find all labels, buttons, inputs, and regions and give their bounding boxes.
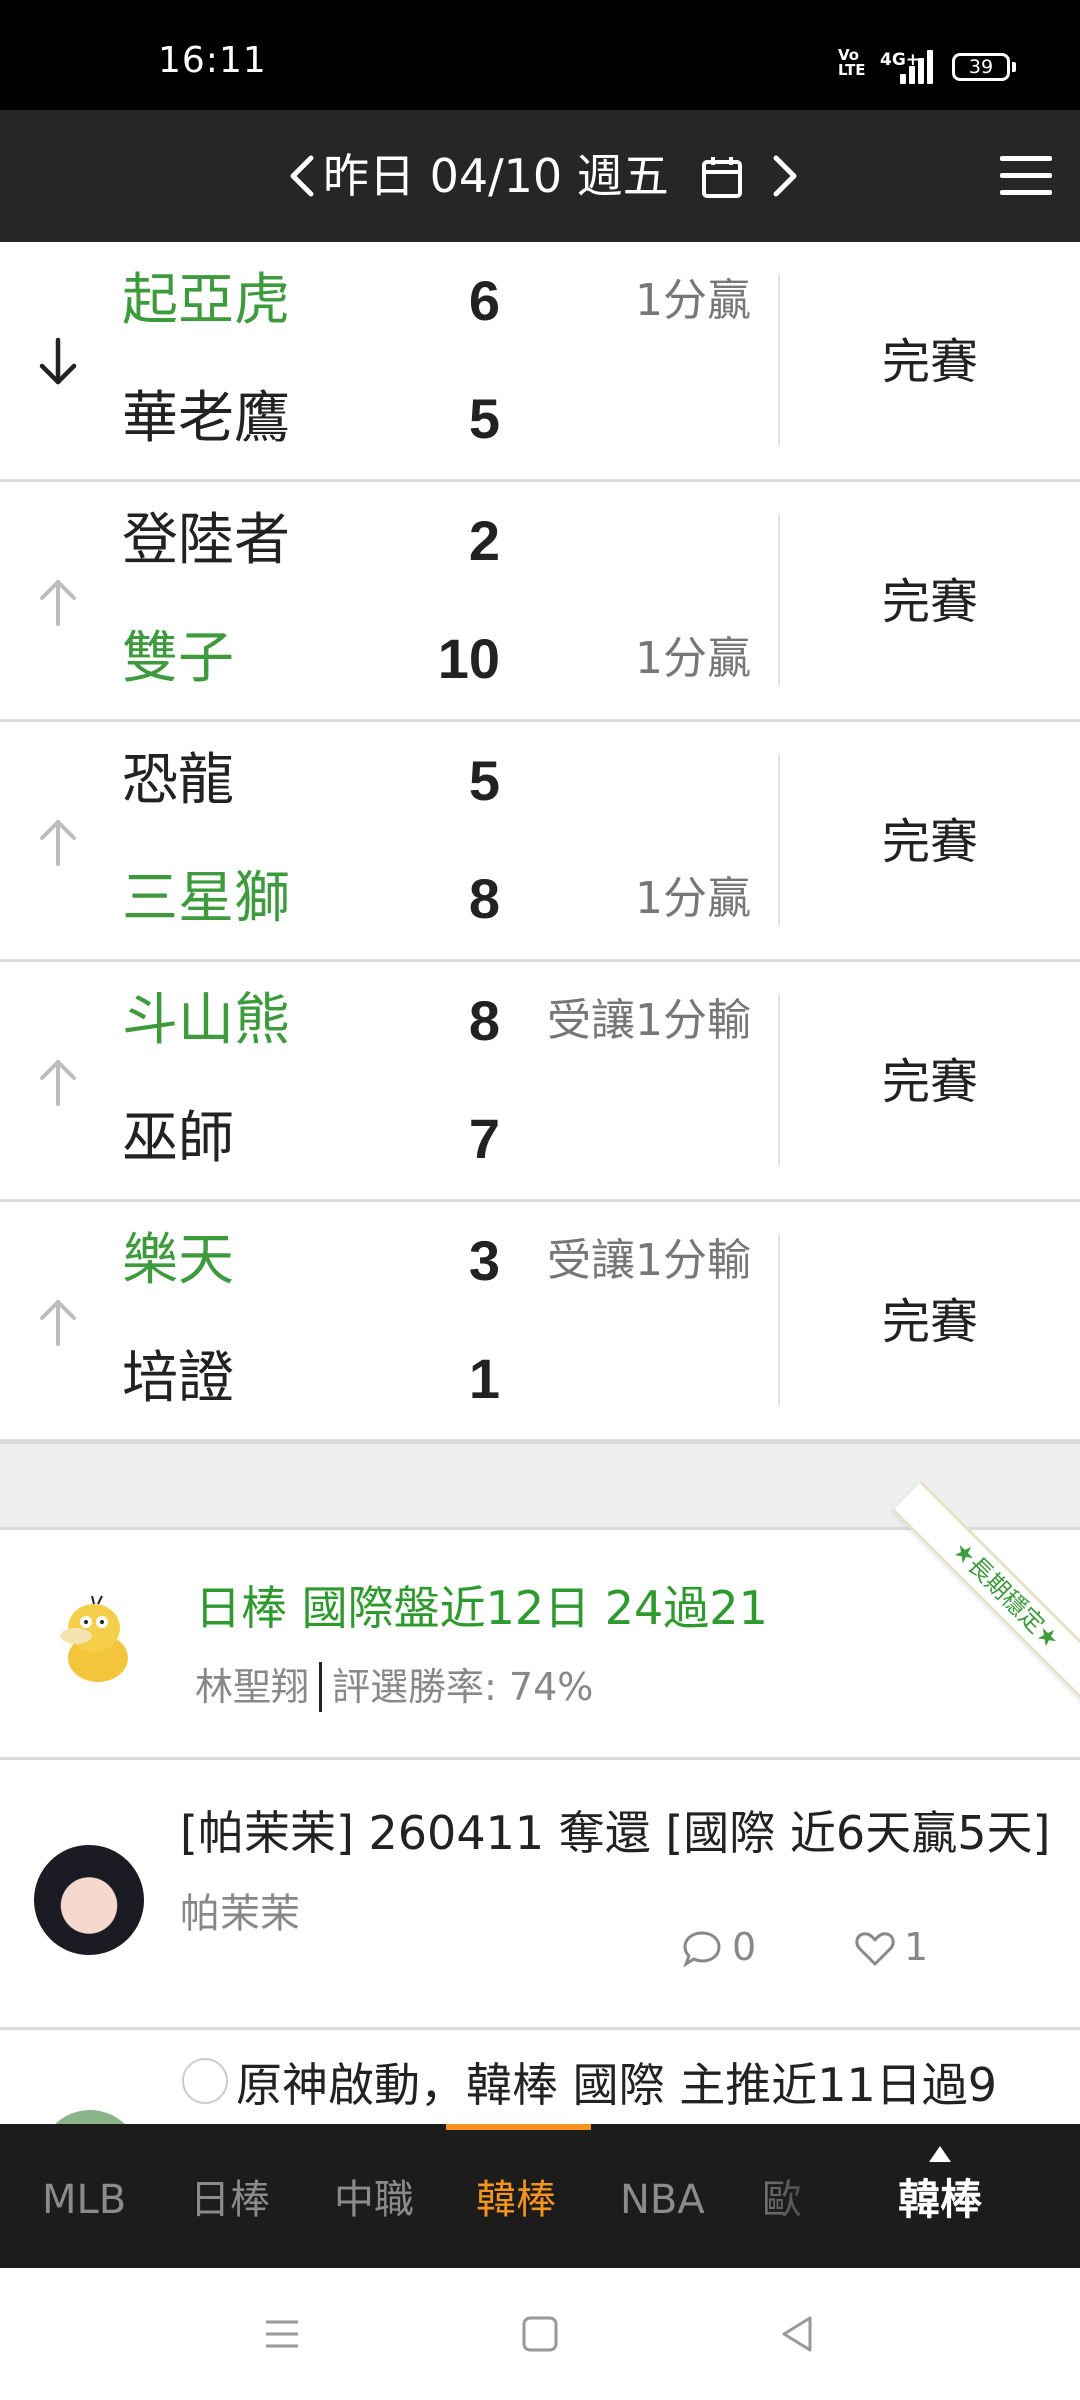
- post-item[interactable]: [帕茉茉] 260411 奪還 [國際 近6天贏5天] 帕茉茉 0 1: [0, 1760, 1080, 2030]
- battery-icon: 39: [952, 53, 1016, 81]
- game-row[interactable]: 登陸者 2 雙子 10 1分贏 完賽: [0, 482, 1080, 722]
- hamburger-menu-icon[interactable]: [1000, 156, 1052, 196]
- post-title[interactable]: [帕茉茉] 260411 奪還 [國際 近6天贏5天]: [180, 1800, 1050, 1866]
- bet-result: 受讓1分輸: [547, 1235, 751, 1286]
- arrow-up-icon[interactable]: [36, 574, 80, 630]
- tab-cpbl[interactable]: 中職: [334, 2170, 414, 2230]
- system-nav-bar: [0, 2268, 1080, 2400]
- comment-bubble-icon: [683, 1931, 721, 1968]
- win-rate: 評選勝率: 74%: [332, 1665, 594, 1709]
- game-status: 完賽: [881, 1294, 978, 1350]
- team-name: 恐龍: [122, 748, 234, 813]
- team-score: 5: [468, 749, 500, 812]
- bet-result: 1分贏: [635, 633, 751, 684]
- team-name: 起亞虎: [122, 268, 290, 333]
- team-name: 雙子: [122, 626, 234, 691]
- arrow-up-icon[interactable]: [36, 1054, 80, 1110]
- team-score: 7: [468, 1107, 500, 1170]
- team-score: 6: [468, 269, 500, 332]
- game-status: 完賽: [881, 334, 978, 390]
- team-name: 培證: [122, 1346, 234, 1411]
- bet-result: 1分贏: [635, 873, 751, 924]
- game-status: 完賽: [881, 574, 978, 630]
- volte-icon: Vo LTE: [838, 46, 866, 79]
- tab-kbo[interactable]: 韓棒: [476, 2170, 556, 2230]
- back-icon[interactable]: [776, 2312, 820, 2356]
- post-title[interactable]: 日棒 國際盤近12日 24過21: [195, 1578, 768, 1638]
- date-header: 昨日 04/10 週五: [0, 110, 1080, 242]
- team-score: 3: [468, 1229, 500, 1292]
- game-row[interactable]: 恐龍 5 三星獅 8 1分贏 完賽: [0, 722, 1080, 962]
- current-sport-label: 韓棒: [897, 2175, 982, 2224]
- heart-icon: [855, 1932, 895, 1966]
- bet-result: 受讓1分輸: [547, 995, 751, 1046]
- chevron-left-icon[interactable]: [283, 146, 323, 206]
- active-tab-indicator: [446, 2124, 591, 2130]
- games-list: 起亞虎 6 1分贏 華老鷹 5 完賽 登陸者 2 雙子 10 1分贏 完賽 恐龍…: [0, 242, 1080, 1442]
- baseball-icon: [182, 2058, 228, 2104]
- tab-fade: [740, 2124, 850, 2268]
- team-name: 三星獅: [122, 866, 290, 931]
- team-score: 5: [468, 387, 500, 450]
- arrow-up-icon[interactable]: [36, 814, 80, 870]
- post-author[interactable]: 帕茉茉: [180, 1886, 300, 1942]
- sport-tab-bar: MLB 日棒 中職 韓棒 NBA 歐 韓棒: [0, 2124, 1080, 2268]
- game-row[interactable]: 斗山熊 8 受讓1分輸 巫師 7 完賽: [0, 962, 1080, 1202]
- game-row[interactable]: 起亞虎 6 1分贏 華老鷹 5 完賽: [0, 242, 1080, 482]
- arrow-down-icon[interactable]: [36, 334, 80, 390]
- team-score: 2: [468, 509, 500, 572]
- post-item[interactable]: 原神啟動，韓棒 國際 主推近11日過9: [0, 2030, 1080, 2130]
- game-row[interactable]: 樂天 3 受讓1分輸 培證 1 完賽: [0, 1202, 1080, 1442]
- team-score: 1: [468, 1347, 500, 1410]
- game-status: 完賽: [881, 814, 978, 870]
- chevron-right-icon[interactable]: [764, 146, 804, 206]
- duck-avatar-icon: [60, 1595, 128, 1682]
- date-title[interactable]: 昨日 04/10 週五: [323, 146, 669, 206]
- arrow-up-icon[interactable]: [36, 1294, 80, 1350]
- tab-npb[interactable]: 日棒: [190, 2170, 270, 2230]
- team-name: 樂天: [122, 1228, 234, 1293]
- tab-mlb[interactable]: MLB: [42, 2170, 126, 2230]
- tab-nba[interactable]: NBA: [620, 2170, 705, 2230]
- game-status: 完賽: [881, 1054, 978, 1110]
- post-item[interactable]: 日棒 國際盤近12日 24過21 林聖翔 評選勝率: 74% ★長期穩定★: [0, 1481, 1080, 1760]
- status-time: 16:11: [158, 40, 267, 81]
- status-bar: 16:11 Vo LTE 4G+ 39: [0, 0, 1080, 110]
- team-score: 8: [468, 867, 500, 930]
- team-score: 8: [468, 989, 500, 1052]
- team-score: 10: [437, 627, 500, 690]
- team-name: 斗山熊: [122, 988, 290, 1053]
- sport-selector-button[interactable]: 韓棒: [880, 2146, 1000, 2256]
- recent-apps-icon[interactable]: [260, 2312, 304, 2356]
- team-name: 華老鷹: [122, 386, 290, 451]
- team-name: 巫師: [122, 1106, 234, 1171]
- team-name: 登陸者: [122, 508, 290, 573]
- calendar-icon[interactable]: [700, 154, 744, 200]
- post-meta: 林聖翔 評選勝率: 74%: [195, 1662, 593, 1712]
- caret-up-icon: [929, 2146, 951, 2162]
- signal-icon: [900, 50, 938, 84]
- post-author[interactable]: 林聖翔: [195, 1665, 309, 1709]
- post-title[interactable]: 原神啟動，韓棒 國際 主推近11日過9: [180, 2052, 997, 2118]
- bet-result: 1分贏: [635, 275, 751, 326]
- avatar[interactable]: [34, 1845, 144, 1955]
- home-icon[interactable]: [518, 2312, 562, 2356]
